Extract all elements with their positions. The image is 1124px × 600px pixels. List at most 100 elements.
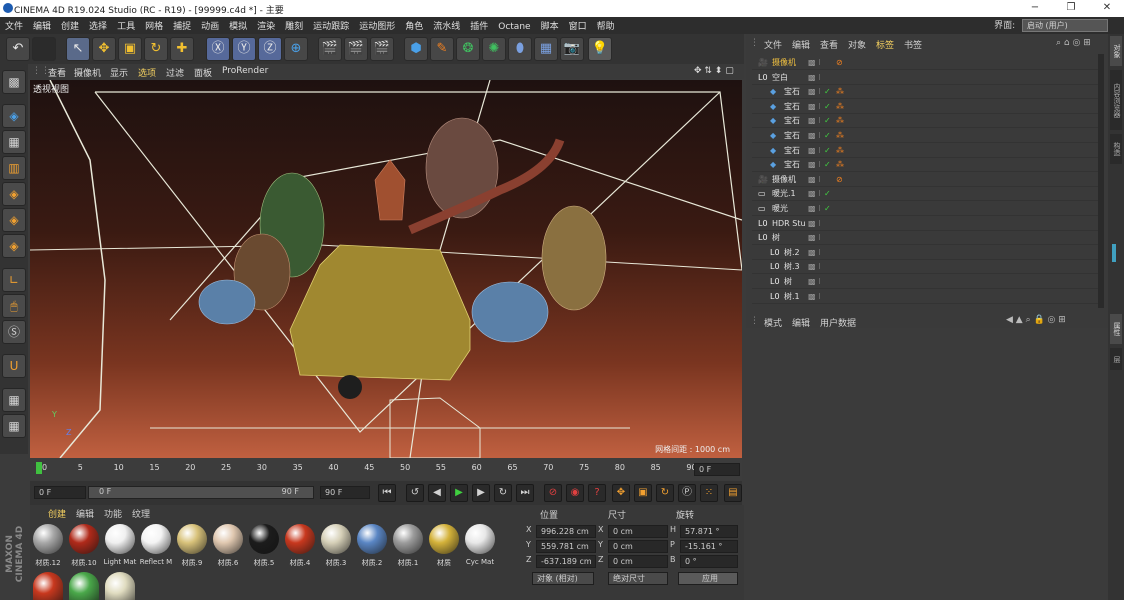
object-search-icon[interactable]: ⌕ ⌂ ◎ ⊞ — [1056, 38, 1091, 48]
material-menu-function[interactable]: 功能 — [104, 507, 122, 520]
side-tab-layers[interactable]: 层 — [1110, 348, 1122, 370]
object-tag-icon[interactable]: ⁂ — [836, 158, 844, 172]
object-name[interactable]: 宝石 — [784, 100, 800, 114]
visibility-toggle-icon[interactable]: ▩ ⁝ — [808, 202, 821, 216]
floor-icon[interactable]: ▦ — [534, 37, 558, 61]
object-tag-icon[interactable]: ⁂ — [836, 100, 844, 114]
rotate-icon[interactable]: ↻ — [144, 37, 168, 61]
workplane-icon[interactable]: ▥ — [2, 156, 26, 180]
attr-nav-icons[interactable]: ◀ ▲ ⌕ 🔒 ◎ ⊞ — [1006, 315, 1066, 325]
enable-check-icon[interactable]: ✓ — [824, 100, 831, 114]
menu-item-0[interactable]: 文件 — [0, 17, 28, 32]
object-menu-edit[interactable]: 编辑 — [792, 38, 810, 51]
object-name[interactable]: 宝石 — [784, 158, 800, 172]
coord-mode-dropdown[interactable]: 对象 (相对) — [532, 572, 594, 585]
object-row[interactable]: ◆ 宝石 ▩ ⁝ ✓ ⁂ — [752, 144, 1100, 158]
side-tab-structure[interactable]: 构造 — [1110, 134, 1122, 164]
texture-mode-icon[interactable]: ▦ — [2, 130, 26, 154]
menu-item-12[interactable]: 运动图形 — [354, 17, 400, 32]
object-name[interactable]: 树 — [784, 275, 792, 289]
object-tag-icon[interactable]: ⁂ — [836, 114, 844, 128]
menu-item-16[interactable]: Octane — [493, 20, 535, 32]
viewport-menu-panel[interactable]: 面板 — [194, 66, 212, 79]
model-mode-icon[interactable]: ◈ — [2, 104, 26, 128]
apply-button[interactable]: 应用 — [678, 572, 738, 585]
visibility-toggle-icon[interactable]: ▩ ⁝ — [808, 144, 821, 158]
edges-mode-icon[interactable]: ◈ — [2, 208, 26, 232]
light-icon[interactable]: 💡 — [588, 37, 612, 61]
rotation-field[interactable]: 0 ° — [680, 555, 738, 568]
record-icon[interactable]: ⊘ — [544, 484, 562, 502]
object-name[interactable]: 摄像机 — [772, 173, 796, 187]
axis-mode-icon[interactable]: ∟ — [2, 268, 26, 292]
object-row[interactable]: L0 树 ▩ ⁝ — [752, 231, 1100, 246]
material-swatch[interactable]: 材质.6 — [210, 524, 246, 572]
enable-check-icon[interactable]: ✓ — [824, 144, 831, 158]
material-swatch[interactable]: 材质.1 — [390, 524, 426, 572]
visibility-toggle-icon[interactable]: ▩ ⁝ — [808, 187, 821, 201]
object-name[interactable]: 空白 — [772, 71, 788, 85]
object-row[interactable]: 🎥 摄像机 ▩ ⁝ ⊘ — [752, 173, 1100, 187]
enable-check-icon[interactable]: ✓ — [824, 129, 831, 143]
planar-workplane-icon[interactable]: ▦ — [2, 414, 26, 438]
viewport-menu-display[interactable]: 显示 — [110, 66, 128, 79]
viewport-menu-prorender[interactable]: ProRender — [222, 66, 268, 76]
object-row[interactable]: ◆ 宝石 ▩ ⁝ ✓ ⁂ — [752, 100, 1100, 114]
material-swatch[interactable]: 材质.5 — [246, 524, 282, 572]
material-swatch-row2[interactable] — [105, 572, 135, 600]
key-param-icon[interactable]: Ⓟ — [678, 484, 696, 502]
visibility-toggle-icon[interactable]: ▩ ⁝ — [808, 85, 821, 99]
menu-item-2[interactable]: 创建 — [56, 17, 84, 32]
size-field[interactable]: 0 cm — [608, 525, 668, 538]
snap-icon[interactable]: Ⓢ — [2, 320, 26, 344]
position-field[interactable]: 559.781 cm — [536, 540, 596, 553]
object-row[interactable]: L0 HDR Stu ▩ ⁝ — [752, 217, 1100, 231]
render-view-icon[interactable]: 🎬 — [318, 37, 342, 61]
object-tag-icon[interactable]: ⁂ — [836, 144, 844, 158]
scale-icon[interactable]: ▣ — [118, 37, 142, 61]
visibility-toggle-icon[interactable]: ▩ ⁝ — [808, 71, 821, 85]
object-row[interactable]: L0 树.3 ▩ ⁝ — [752, 260, 1100, 275]
menu-item-5[interactable]: 网格 — [140, 17, 168, 32]
object-row[interactable]: ◆ 宝石 ▩ ⁝ ✓ ⁂ — [752, 158, 1100, 173]
object-row[interactable]: ◆ 宝石 ▩ ⁝ ✓ ⁂ — [752, 85, 1100, 100]
viewport-nav-icons[interactable]: ✥ ⇅ ⬍ ▢ — [694, 66, 734, 76]
visibility-toggle-icon[interactable]: ▩ ⁝ — [808, 290, 821, 304]
prev-key-icon[interactable]: ↺ — [406, 484, 424, 502]
enable-check-icon[interactable]: ✓ — [824, 202, 831, 216]
visibility-toggle-icon[interactable]: ▩ ⁝ — [808, 114, 821, 128]
position-field[interactable]: -637.189 cm — [536, 555, 596, 568]
render-settings-icon[interactable]: 🎬 — [370, 37, 394, 61]
start-frame-field[interactable]: 0 F — [34, 486, 86, 499]
object-row[interactable]: L0 树 ▩ ⁝ — [752, 275, 1100, 289]
object-row[interactable]: ▭ 暖光.1 ▩ ⁝ ✓ — [752, 187, 1100, 202]
menu-item-1[interactable]: 编辑 — [28, 17, 56, 32]
object-row[interactable]: L0 空白 ▩ ⁝ — [752, 71, 1100, 85]
frame-range-slider[interactable]: 0 F 90 F — [88, 486, 314, 499]
viewport-menu-view[interactable]: 查看 — [48, 66, 66, 79]
object-menu-object[interactable]: 对象 — [848, 38, 866, 51]
viewport-menu-options[interactable]: 选项 — [138, 66, 156, 79]
object-menu-view[interactable]: 查看 — [820, 38, 838, 51]
object-name[interactable]: 暖光 — [772, 202, 788, 216]
visibility-toggle-icon[interactable]: ▩ ⁝ — [808, 260, 821, 274]
timeline-ruler[interactable]: 0 5 10 15 20 25 30 35 40 45 50 55 60 65 70 75 80 85 90 0 F — [30, 458, 742, 480]
object-row[interactable]: ◆ 宝石 ▩ ⁝ ✓ ⁂ — [752, 129, 1100, 143]
object-name[interactable]: 宝石 — [784, 85, 800, 99]
object-tag-icon[interactable]: ⁂ — [836, 85, 844, 99]
create-object-icon[interactable]: ✚ — [170, 37, 194, 61]
coordinate-system-icon[interactable]: ⊕ — [284, 37, 308, 61]
undo-icon[interactable]: ↶ — [6, 37, 30, 61]
viewport-menu-cameras[interactable]: 摄像机 — [74, 66, 101, 79]
size-field[interactable]: 0 cm — [608, 540, 668, 553]
enable-check-icon[interactable]: ✓ — [824, 114, 831, 128]
object-menu-bookmarks[interactable]: 书签 — [904, 38, 922, 51]
object-tag-icon[interactable]: ⁂ — [836, 129, 844, 143]
enable-check-icon[interactable]: ✓ — [824, 187, 831, 201]
visibility-toggle-icon[interactable]: ▩ ⁝ — [808, 100, 821, 114]
minimize-button[interactable]: − — [1022, 1, 1048, 15]
viewport-menu-filter[interactable]: 过滤 — [166, 66, 184, 79]
object-row[interactable]: 🎥 摄像机 ▩ ⁝ ⊘ — [752, 56, 1100, 70]
make-editable-icon[interactable]: ▩ — [2, 70, 26, 94]
visibility-toggle-icon[interactable]: ▩ ⁝ — [808, 275, 821, 289]
